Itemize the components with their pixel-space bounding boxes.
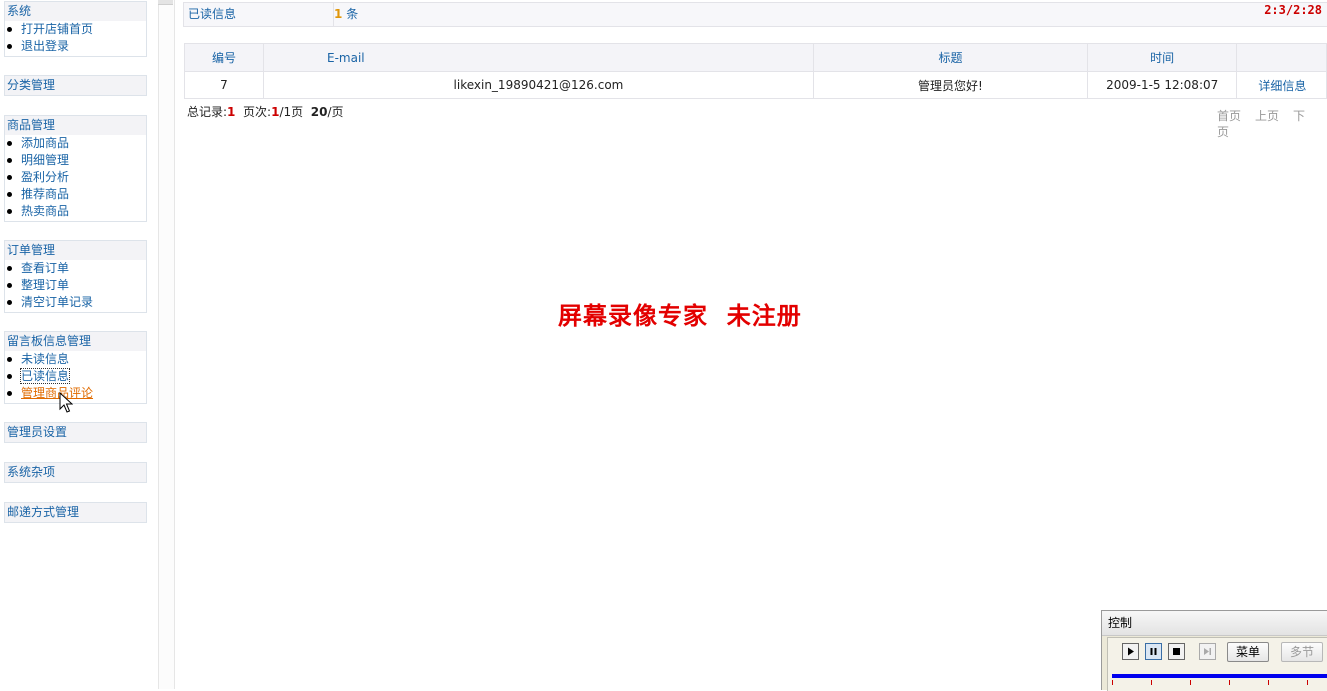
pager-page-total: /1页 [279,105,304,119]
pause-button[interactable] [1145,643,1162,660]
menu-item-product-comments[interactable]: 管理商品评论 [5,385,146,402]
pager-total: 1 [227,105,236,119]
pager-prev[interactable]: 上页 [1255,109,1279,123]
menu-head-messages[interactable]: 留言板信息管理 [5,332,146,351]
col-header-id: 编号 [184,43,264,72]
message-table: 编号 E-mail 标题 时间 7 likexin_19890421@126.c… [184,43,1327,99]
progress-tick [1229,680,1230,685]
info-label: 已读信息 [184,3,334,26]
menu-item-profit-analysis[interactable]: 盈利分析 [5,169,146,186]
menu-group-shipping: 邮递方式管理 [4,502,147,523]
frame-divider[interactable] [158,0,175,689]
menu-head-category[interactable]: 分类管理 [5,76,146,95]
progress-tick [1112,680,1113,685]
info-count-number: 1 [334,7,343,21]
menu-item-unread[interactable]: 未读信息 [5,351,146,368]
cell-time: 2009-1-5 12:08:07 [1087,71,1238,99]
menu-item-read[interactable]: 已读信息 [5,368,146,385]
info-count: 1 条 [334,3,358,26]
skip-end-button[interactable] [1199,643,1216,660]
cell-id: 7 [184,71,264,99]
info-count-unit: 条 [346,7,359,21]
progress-tick [1307,680,1308,685]
cell-title: 管理员您好! [812,71,1089,99]
info-bar: 已读信息 1 条 2:3/2:28 [183,2,1327,27]
menu-group-admin: 管理员设置 [4,422,147,443]
menu-group-system: 系统 打开店铺首页 退出登录 [4,1,147,57]
skip-end-icon [1204,648,1211,655]
stop-icon [1173,648,1180,655]
pause-icon [1150,648,1157,655]
stop-button[interactable] [1168,643,1185,660]
menu-item-add-product[interactable]: 添加商品 [5,135,146,152]
menu-group-messages: 留言板信息管理 未读信息 已读信息 管理商品评论 [4,331,147,404]
menu-item-open-shop[interactable]: 打开店铺首页 [5,21,146,38]
menu-item-recommended[interactable]: 推荐商品 [5,186,146,203]
col-header-time: 时间 [1087,43,1238,72]
sidebar: 系统 打开店铺首页 退出登录 分类管理 商品管理 添加商品 明细管理 盈利分析 … [0,0,150,689]
playback-progress-bar[interactable] [1112,674,1327,678]
pager-page-label: 页次: [243,105,272,119]
control-body: 菜单 多节 [1107,637,1327,691]
table-header-row: 编号 E-mail 标题 时间 [184,43,1327,72]
table-row: 7 likexin_19890421@126.com 管理员您好! 2009-1… [184,71,1327,99]
play-button[interactable] [1122,643,1139,660]
pager-stats: 总记录:1 页次:1/1页 20/页 [187,104,344,120]
multi-section-button[interactable]: 多节 [1281,642,1324,662]
pager-per-page: 20 [310,105,328,119]
menu-head-admin[interactable]: 管理员设置 [5,423,146,442]
progress-tick [1268,680,1269,685]
control-title[interactable]: 控制 [1102,611,1327,636]
col-header-title: 标题 [812,43,1089,72]
menu-group-category: 分类管理 [4,75,147,96]
pager-links: 首页 上页 下页 [1217,108,1327,139]
menu-head-orders[interactable]: 订单管理 [5,241,146,260]
pager-per-page-unit: /页 [327,105,344,119]
menu-head-system[interactable]: 系统 [5,2,146,21]
col-header-detail [1236,43,1327,72]
detail-link[interactable]: 详细信息 [1236,71,1327,99]
progress-tick [1190,680,1191,685]
recording-timer: 2:3/2:28 [1264,3,1322,17]
menu-button[interactable]: 菜单 [1227,642,1270,662]
menu-group-products: 商品管理 添加商品 明细管理 盈利分析 推荐商品 热卖商品 [4,115,147,222]
watermark: 屏幕录像专家 未注册 [558,301,802,330]
menu-item-product-detail[interactable]: 明细管理 [5,152,146,169]
menu-item-arrange-orders[interactable]: 整理订单 [5,277,146,294]
menu-head-products[interactable]: 商品管理 [5,116,146,135]
menu-item-view-orders[interactable]: 查看订单 [5,260,146,277]
menu-item-hot-products[interactable]: 热卖商品 [5,203,146,220]
menu-group-misc: 系统杂项 [4,462,147,483]
menu-item-clear-orders[interactable]: 清空订单记录 [5,294,146,311]
menu-head-shipping[interactable]: 邮递方式管理 [5,503,146,522]
pager-first[interactable]: 首页 [1217,109,1241,123]
menu-group-orders: 订单管理 查看订单 整理订单 清空订单记录 [4,240,147,313]
pager-total-label: 总记录: [187,105,228,119]
col-header-email: E-mail [262,43,814,72]
frame-divider-handle[interactable] [158,0,173,5]
menu-head-misc[interactable]: 系统杂项 [5,463,146,482]
cell-email: likexin_19890421@126.com [262,71,814,99]
menu-item-logout[interactable]: 退出登录 [5,38,146,55]
progress-tick [1151,680,1152,685]
play-icon [1128,647,1134,656]
recorder-control-window: 控制 菜单 多节 [1101,610,1327,691]
